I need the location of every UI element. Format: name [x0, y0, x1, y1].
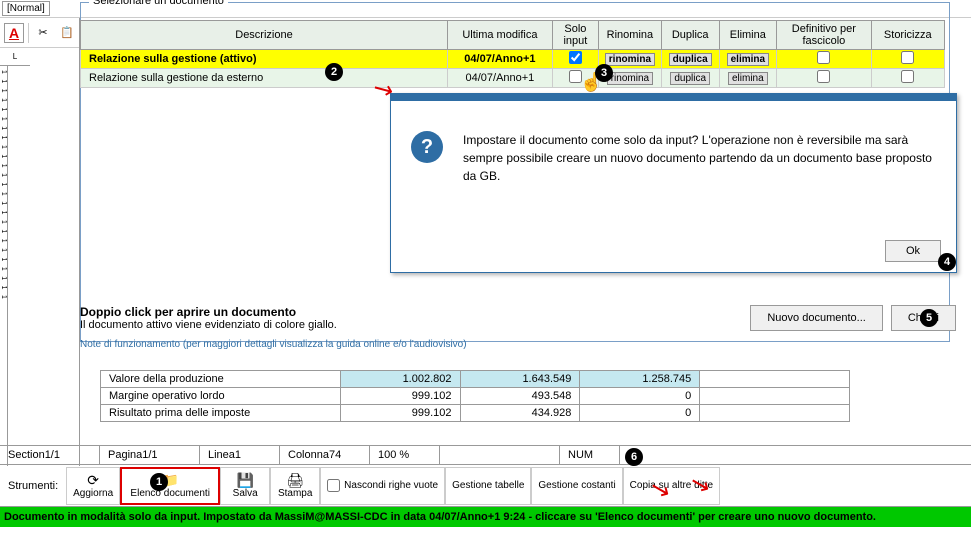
gestione-costanti-button[interactable]: Gestione costanti — [531, 467, 622, 505]
col-rinomina: Rinomina — [598, 21, 661, 50]
rinomina-button[interactable]: rinomina — [607, 72, 653, 85]
cell-value: 0 — [580, 405, 700, 422]
col-descrizione: Descrizione — [81, 21, 448, 50]
definitivo-checkbox[interactable] — [777, 50, 871, 69]
row-label: Margine operativo lordo — [101, 388, 341, 405]
cut-icon[interactable]: ✂ — [33, 23, 53, 43]
confirm-dialog: ? Impostare il documento come solo da in… — [390, 93, 957, 273]
ruler-corner: L — [0, 48, 30, 66]
col-duplica: Duplica — [661, 21, 719, 50]
status-section: Section1/1 — [0, 446, 100, 464]
elimina-button[interactable]: elimina — [727, 53, 769, 66]
normal-mode-label: [Normal] — [2, 1, 50, 16]
annotation-badge-4: 4 — [938, 253, 956, 271]
solo-input-checkbox[interactable] — [552, 50, 598, 69]
status-pagina: Pagina1/1 — [100, 446, 200, 464]
cell-value: 434.928 — [460, 405, 580, 422]
nuovo-documento-button[interactable]: Nuovo documento... — [750, 305, 882, 331]
ok-button[interactable]: Ok — [885, 240, 941, 262]
elenco-documenti-button[interactable]: 📁Elenco documenti — [120, 467, 220, 505]
stampa-button[interactable]: 🖨Stampa — [270, 467, 320, 505]
instructions-block: Doppio click per aprire un documento Il … — [80, 305, 467, 350]
data-row: Margine operativo lordo 999.102 493.548 … — [101, 388, 850, 405]
cell-value: 1.002.802 — [340, 371, 460, 388]
status-blank — [440, 446, 560, 464]
annotation-badge-1: 1 — [150, 473, 168, 491]
gestione-tabelle-button[interactable]: Gestione tabelle — [445, 467, 531, 505]
tools-label: Strumenti: — [0, 480, 66, 492]
status-zoom: 100 % — [370, 446, 440, 464]
financial-data-table: Valore della produzione 1.002.802 1.643.… — [100, 370, 850, 422]
cell-value: 1.258.745 — [580, 371, 700, 388]
cell-value: 1.643.549 — [460, 371, 580, 388]
salva-button[interactable]: 💾Salva — [220, 467, 270, 505]
copy-icon[interactable]: 📋 — [57, 23, 77, 43]
annotation-badge-5: 5 — [920, 309, 938, 327]
annotation-badge-6: 6 — [625, 448, 643, 466]
print-icon: 🖨 — [286, 472, 304, 488]
cell-value: 999.102 — [340, 405, 460, 422]
data-row: Valore della produzione 1.002.802 1.643.… — [101, 371, 850, 388]
elimina-button[interactable]: elimina — [728, 72, 768, 85]
status-colonna: Colonna74 — [280, 446, 370, 464]
cell-value: 0 — [580, 388, 700, 405]
col-storicizza: Storicizza — [871, 21, 944, 50]
storicizza-checkbox[interactable] — [871, 69, 944, 88]
col-definitivo: Definitivo per fascicolo — [777, 21, 871, 50]
aggiorna-button[interactable]: ⟳Aggiorna — [66, 467, 120, 505]
cell-value: 999.102 — [340, 388, 460, 405]
documents-table: Descrizione Ultima modifica Solo input R… — [80, 20, 945, 88]
cell-value: 493.548 — [460, 388, 580, 405]
nascondi-righe-button[interactable]: Nascondi righe vuote — [320, 467, 445, 505]
tools-bar: Strumenti: ⟳Aggiorna 📁Elenco documenti 💾… — [0, 465, 971, 507]
instructions-subtitle: Il documento attivo viene evidenziato di… — [80, 319, 467, 331]
data-row: Risultato prima delle imposte 999.102 43… — [101, 405, 850, 422]
table-row-active[interactable]: Relazione sulla gestione (attivo) 04/07/… — [81, 50, 945, 69]
dialog-message: Impostare il documento come solo da inpu… — [463, 131, 936, 185]
storicizza-checkbox[interactable] — [871, 50, 944, 69]
instructions-title: Doppio click per aprire un documento — [80, 305, 467, 319]
definitivo-checkbox[interactable] — [777, 69, 871, 88]
col-solo-input: Solo input — [552, 21, 598, 50]
row-label: Valore della produzione — [101, 371, 341, 388]
duplica-button[interactable]: duplica — [669, 53, 712, 66]
status-linea: Linea1 — [200, 446, 280, 464]
duplica-button[interactable]: duplica — [670, 72, 710, 85]
rinomina-button[interactable]: rinomina — [605, 53, 655, 66]
doc-desc: Relazione sulla gestione (attivo) — [81, 50, 448, 69]
row-label: Risultato prima delle imposte — [101, 405, 341, 422]
question-icon: ? — [411, 131, 443, 163]
doc-date: 04/07/Anno+1 — [447, 69, 552, 88]
instructions-note: Note di funzionamento (per maggiori dett… — [80, 339, 467, 350]
footer-message: Documento in modalità solo da input. Imp… — [0, 507, 971, 527]
save-icon: 💾 — [236, 472, 253, 488]
col-elimina: Elimina — [719, 21, 777, 50]
status-bar: Section1/1 Pagina1/1 Linea1 Colonna74 10… — [0, 445, 971, 465]
col-ultima-modifica: Ultima modifica — [447, 21, 552, 50]
status-num: NUM — [560, 446, 620, 464]
refresh-icon: ⟳ — [87, 472, 99, 488]
table-row[interactable]: Relazione sulla gestione da esterno 04/0… — [81, 69, 945, 88]
group-title: Selezionare un documento — [89, 0, 228, 7]
table-header-row: Descrizione Ultima modifica Solo input R… — [81, 21, 945, 50]
annotation-badge-2: 2 — [325, 63, 343, 81]
nascondi-checkbox[interactable] — [327, 479, 340, 492]
doc-date: 04/07/Anno+1 — [447, 50, 552, 69]
font-color-icon[interactable]: A — [4, 23, 24, 43]
ruler-vertical: 1111111111111111111111111 — [0, 66, 8, 466]
annotation-badge-3: 3 — [595, 64, 613, 82]
